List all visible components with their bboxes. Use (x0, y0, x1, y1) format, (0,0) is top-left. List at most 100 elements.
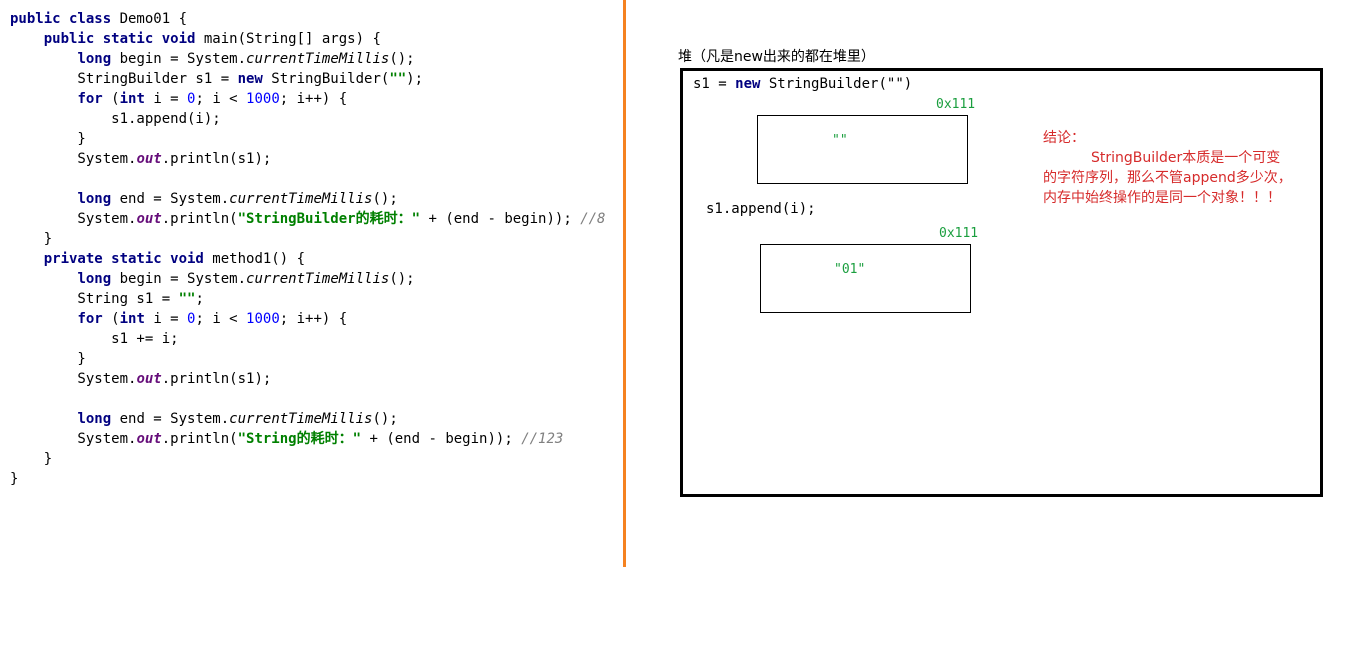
conclusion-note: 结论： StringBuilder本质是一个可变的字符序列，那么不管append… (1043, 128, 1293, 208)
code-line: long begin = System.currentTimeMillis(); (10, 269, 605, 289)
code-line: } (10, 449, 605, 469)
code-token: for (77, 311, 112, 327)
conclusion-heading: 结论： (1043, 130, 1085, 146)
code-token: ); (406, 71, 424, 87)
object-2-box (760, 244, 971, 313)
code-token: end = System. (119, 411, 230, 427)
heap-title: 堆（凡是new出来的都在堆里） (678, 49, 875, 65)
code-token: Demo01 { (119, 11, 188, 27)
code-token: out (136, 431, 162, 447)
code-token: .println( (161, 211, 238, 227)
code-token: i = (153, 311, 188, 327)
code-token: long (77, 271, 120, 287)
code-token: 1000 (246, 91, 280, 107)
heap-declaration: s1 = new StringBuilder("") (693, 76, 912, 92)
code-token: StringBuilder s1 = (10, 71, 238, 87)
code-token: s1.append(i); (10, 111, 221, 127)
code-token: } (10, 351, 86, 367)
code-token: ; i < (195, 91, 247, 107)
code-token: end = System. (119, 191, 230, 207)
object-2-address: 0x111 (939, 226, 979, 241)
code-token: .println(s1); (161, 151, 272, 167)
code-token: out (136, 151, 162, 167)
code-token: int (119, 311, 154, 327)
code-line: s1 += i; (10, 329, 605, 349)
code-token: begin = System. (119, 51, 247, 67)
code-token: 1000 (246, 311, 280, 327)
code-token: s1 += i; (10, 331, 179, 347)
code-token: currentTimeMillis (246, 271, 390, 287)
code-token: } (10, 471, 19, 487)
code-token: begin = System. (119, 271, 247, 287)
object-1-box (757, 115, 968, 184)
code-token: (); (372, 411, 398, 427)
code-line: } (10, 469, 605, 489)
code-token: (); (389, 271, 415, 287)
code-token: "" (178, 291, 196, 307)
code-editor: public class Demo01 { public static void… (10, 9, 605, 489)
code-token: ; i++) { (279, 311, 348, 327)
code-token: out (136, 371, 162, 387)
code-line: } (10, 349, 605, 369)
code-token: out (136, 211, 162, 227)
code-token: long (77, 191, 120, 207)
object-2-value: "01" (834, 262, 866, 277)
code-line: public static void main(String[] args) { (10, 29, 605, 49)
code-token: + (end - begin)); (420, 211, 581, 227)
code-token: private static void (43, 251, 213, 267)
code-token: (); (372, 191, 398, 207)
code-line: public class Demo01 { (10, 9, 605, 29)
code-token: long (77, 51, 120, 67)
code-token: } (10, 451, 53, 467)
object-1-value: "" (832, 133, 848, 148)
decl-keyword: new (735, 76, 761, 92)
object-1-address: 0x111 (936, 97, 976, 112)
code-token: System. (10, 211, 137, 227)
code-token: main(String[] args) { (203, 31, 381, 47)
code-token: ( (111, 311, 120, 327)
code-line: private static void method1() { (10, 249, 605, 269)
divider-line (623, 0, 626, 567)
code-token: (); (389, 51, 415, 67)
code-line: s1.append(i); (10, 109, 605, 129)
code-token: //8 (580, 211, 606, 227)
code-token: int (119, 91, 154, 107)
code-token: "String的耗时：" (237, 431, 362, 447)
code-line: StringBuilder s1 = new StringBuilder("")… (10, 69, 605, 89)
decl-prefix: s1 = (693, 76, 736, 92)
code-line: long begin = System.currentTimeMillis(); (10, 49, 605, 69)
code-token: ; (195, 291, 204, 307)
code-line: System.out.println("String的耗时：" + (end -… (10, 429, 605, 449)
code-token: currentTimeMillis (246, 51, 390, 67)
code-line: long end = System.currentTimeMillis(); (10, 189, 605, 209)
code-token: for (77, 91, 112, 107)
decl-suffix: StringBuilder("") (760, 76, 913, 92)
code-token: } (10, 231, 53, 247)
code-token: long (77, 411, 120, 427)
code-token: new (237, 71, 272, 87)
code-token: .println( (161, 431, 238, 447)
code-line: for (int i = 0; i < 1000; i++) { (10, 89, 605, 109)
code-token: System. (10, 371, 137, 387)
code-token: i = (153, 91, 188, 107)
code-token: ; i++) { (279, 91, 348, 107)
code-token: currentTimeMillis (229, 191, 373, 207)
code-token: ; i < (195, 311, 247, 327)
code-token: String s1 = (10, 291, 179, 307)
code-token: } (10, 131, 86, 147)
code-token: method1() { (212, 251, 306, 267)
code-token: System. (10, 431, 137, 447)
code-token: System. (10, 151, 137, 167)
append-label: s1.append(i); (706, 201, 816, 217)
code-line: System.out.println(s1); (10, 369, 605, 389)
code-token: public class (10, 11, 120, 27)
code-token: + (end - begin)); (361, 431, 522, 447)
code-line: long end = System.currentTimeMillis(); (10, 409, 605, 429)
code-token: public static void (43, 31, 204, 47)
